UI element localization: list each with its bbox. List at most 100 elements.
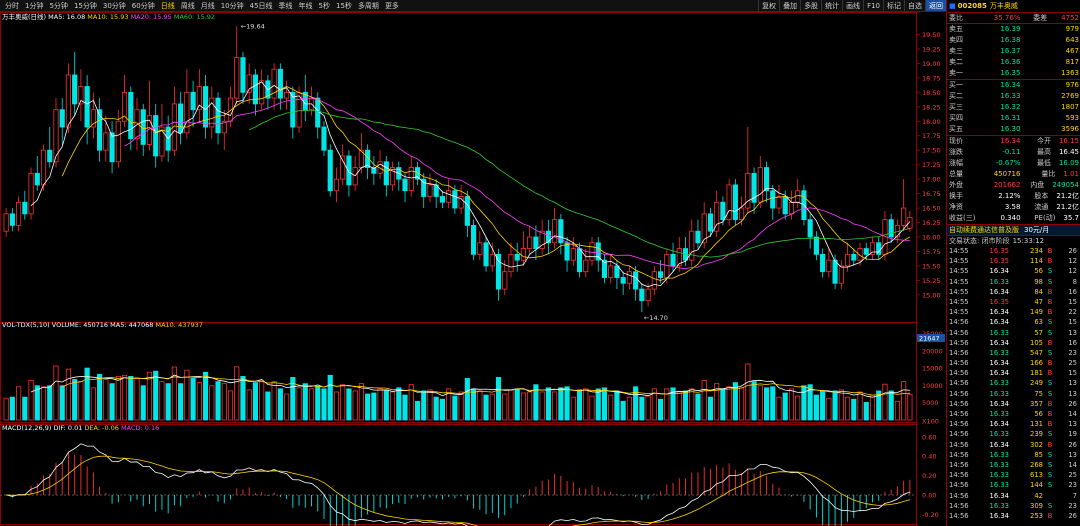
quote-cell: 股本 21.2亿 bbox=[1020, 191, 1080, 202]
period-tab[interactable]: 45日线 bbox=[247, 0, 276, 11]
quote-cell: 内盘 249054 bbox=[1020, 180, 1080, 191]
tick-row: 14:55 16.35 47 B 15 bbox=[947, 297, 1080, 307]
tool-button[interactable]: 叠加 bbox=[779, 0, 800, 11]
promo-text[interactable]: 自动续费通达信普及版 bbox=[947, 225, 1019, 235]
tick-volume: 57 bbox=[1034, 328, 1043, 337]
tick-time: 14:56 bbox=[949, 318, 969, 327]
quote-row: 收益(三) 0.340 PE(动) 35.7 bbox=[947, 213, 1080, 224]
candle-body bbox=[576, 248, 583, 273]
tool-button[interactable]: 自选 bbox=[904, 0, 925, 11]
volume-bar bbox=[389, 391, 396, 421]
period-tab[interactable]: 季线 bbox=[276, 0, 296, 11]
volume-bar bbox=[788, 388, 795, 421]
tool-button[interactable]: 标记 bbox=[883, 0, 904, 11]
period-tab[interactable]: 10分钟 bbox=[218, 0, 247, 11]
candle-body bbox=[720, 201, 726, 221]
quote-label: 内盘 bbox=[1030, 181, 1045, 189]
candle-body bbox=[763, 167, 770, 192]
bids-label: 买一 bbox=[949, 81, 963, 89]
candle-body bbox=[47, 149, 53, 163]
tool-button[interactable]: F10 bbox=[863, 0, 883, 11]
tick-direction: S bbox=[1047, 450, 1053, 459]
quote-stats: 现价 16.34 今开 16.15 涨跌 -0.11 最高 16.45 涨幅 -0.67% 最低 16… bbox=[947, 135, 1080, 224]
candle-body bbox=[40, 149, 47, 186]
period-tab[interactable]: 60分钟 bbox=[129, 0, 158, 11]
tick-volume: 131 bbox=[1030, 420, 1043, 429]
macd-axis-label: 0.00 bbox=[922, 491, 936, 499]
volume-bar bbox=[427, 389, 433, 421]
tool-button[interactable]: 复权 bbox=[758, 0, 779, 11]
candle-body bbox=[65, 74, 72, 128]
tick-time: 14:56 bbox=[949, 338, 969, 347]
tick-time: 14:55 bbox=[949, 267, 969, 276]
period-tab[interactable]: 15秒 bbox=[333, 0, 355, 11]
tick-volume: 42 bbox=[1034, 491, 1043, 500]
quote-label: 净资 bbox=[949, 203, 963, 211]
volume-bar bbox=[601, 387, 608, 421]
asks-price: 16.38 bbox=[1000, 36, 1021, 44]
vol-axis-label: 15000 bbox=[922, 365, 943, 373]
vol-value: VOLUME: 450716 bbox=[51, 321, 109, 329]
tick-list[interactable]: 14:55 16.35 234 B 26 14:55 16.35 114 B 12 14:55 16.… bbox=[947, 246, 1080, 521]
quote-value: 201662 bbox=[993, 181, 1021, 189]
tick-count: 19 bbox=[1068, 430, 1077, 439]
candle-body bbox=[782, 196, 788, 215]
volume-bar bbox=[153, 370, 159, 421]
period-tab[interactable]: 5分钟 bbox=[46, 0, 70, 11]
tick-price: 16.34 bbox=[989, 440, 1009, 449]
status-time: 15:33:12 bbox=[1012, 237, 1045, 245]
candle-body bbox=[589, 242, 595, 261]
quote-label: 最高 bbox=[1036, 148, 1051, 156]
tick-price: 16.33 bbox=[989, 481, 1009, 490]
tool-button[interactable]: 返回 bbox=[925, 0, 946, 11]
period-tab[interactable]: 日线 bbox=[158, 0, 178, 11]
tick-price: 16.33 bbox=[989, 450, 1009, 459]
volume-bar bbox=[882, 383, 888, 421]
candle-body bbox=[346, 155, 352, 186]
period-tab[interactable]: 5秒 bbox=[316, 0, 333, 11]
period-tab[interactable]: 15分钟 bbox=[71, 0, 100, 11]
tick-count: 16 bbox=[1068, 287, 1077, 296]
ratio-row: 委比 35.76% 委差 4752 bbox=[947, 12, 1080, 23]
tick-volume: 547 bbox=[1030, 348, 1043, 357]
tick-direction: S bbox=[1047, 471, 1053, 480]
period-tab[interactable]: 1分钟 bbox=[22, 0, 46, 11]
candle-body bbox=[726, 184, 732, 221]
candle-body bbox=[72, 74, 78, 105]
period-tab[interactable]: 分时 bbox=[2, 0, 22, 11]
tick-direction bbox=[1043, 491, 1057, 501]
promo-banner[interactable]: 自动续费通达信普及版 30元/月 bbox=[947, 224, 1080, 235]
tick-row: 14:56 16.33 309 S 23 bbox=[947, 501, 1080, 511]
tick-count: 25 bbox=[1068, 471, 1077, 480]
candle-body bbox=[333, 178, 340, 192]
period-tab[interactable]: 30分钟 bbox=[100, 0, 129, 11]
candle-body bbox=[383, 161, 389, 186]
tick-price: 16.34 bbox=[989, 359, 1009, 368]
period-tab[interactable]: 年线 bbox=[296, 0, 316, 11]
volume-bar bbox=[346, 388, 352, 421]
tick-time: 14:56 bbox=[949, 501, 969, 510]
period-tab[interactable]: 周线 bbox=[178, 0, 198, 11]
promo-price[interactable]: 30元/月 bbox=[1024, 225, 1049, 235]
period-tab[interactable]: 多周期 bbox=[355, 0, 382, 11]
quote-cell: 最低 16.09 bbox=[1020, 158, 1080, 169]
tick-count: 12 bbox=[1068, 267, 1077, 276]
tick-count: 15 bbox=[1068, 318, 1077, 327]
tick-count: 26 bbox=[1068, 247, 1077, 255]
tick-direction: S bbox=[1047, 267, 1053, 276]
quote-value: 249054 bbox=[1052, 181, 1079, 189]
tool-button[interactable]: 多股 bbox=[800, 0, 821, 11]
kline-chart[interactable]: 19.50 19.25 19.00 18.75 18.50 18.25 18.00 17.75… bbox=[0, 12, 946, 526]
period-tab[interactable]: 月线 bbox=[198, 0, 218, 11]
candle-body bbox=[202, 86, 209, 128]
tick-volume: 63 bbox=[1034, 318, 1043, 327]
period-tab[interactable]: 更多 bbox=[382, 0, 402, 11]
tool-button[interactable]: 画线 bbox=[842, 0, 863, 11]
quote-label: PE(动) bbox=[1034, 214, 1056, 222]
candle-body bbox=[128, 91, 134, 140]
stock-badge-icon: ■ bbox=[949, 2, 956, 10]
tool-button[interactable]: 统计 bbox=[821, 0, 842, 11]
tick-row: 14:56 16.33 57 S 13 bbox=[947, 328, 1080, 338]
quote-row: 换手 2.12% 股本 21.2亿 bbox=[947, 191, 1080, 202]
volume-bar bbox=[564, 386, 570, 421]
